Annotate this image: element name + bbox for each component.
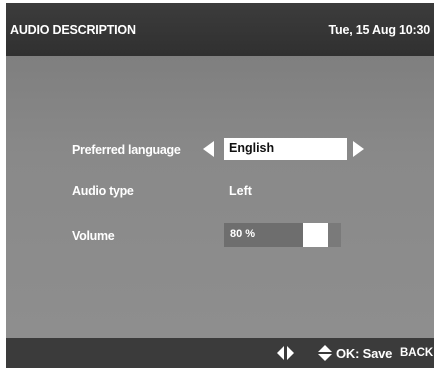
audio-type-label: Audio type xyxy=(72,184,134,198)
settings-panel xyxy=(6,56,434,338)
language-previous-arrow-icon[interactable] xyxy=(203,141,214,157)
back-button[interactable]: BACK xyxy=(400,347,433,359)
volume-label: Volume xyxy=(72,229,115,243)
up-down-arrows-icon xyxy=(318,345,332,361)
preferred-language-value: English xyxy=(229,141,275,155)
header-bar: AUDIO DESCRIPTION Tue, 15 Aug 10:30 xyxy=(6,3,434,56)
preferred-language-label: Preferred language xyxy=(72,143,181,157)
audio-description-screen: AUDIO DESCRIPTION Tue, 15 Aug 10:30 Pref… xyxy=(6,3,434,368)
footer-bar: OK: Save BACK xyxy=(6,338,434,368)
preferred-language-selector[interactable]: English xyxy=(224,138,347,160)
date-time: Tue, 15 Aug 10:30 xyxy=(328,23,431,37)
audio-type-value[interactable]: Left xyxy=(229,184,252,198)
volume-slider-handle[interactable] xyxy=(303,223,328,247)
ok-save-hint: OK: Save xyxy=(336,346,393,361)
page-title: AUDIO DESCRIPTION xyxy=(10,23,136,37)
volume-value: 80 % xyxy=(230,228,256,240)
left-right-arrows-icon xyxy=(277,346,294,360)
language-next-arrow-icon[interactable] xyxy=(353,141,364,157)
